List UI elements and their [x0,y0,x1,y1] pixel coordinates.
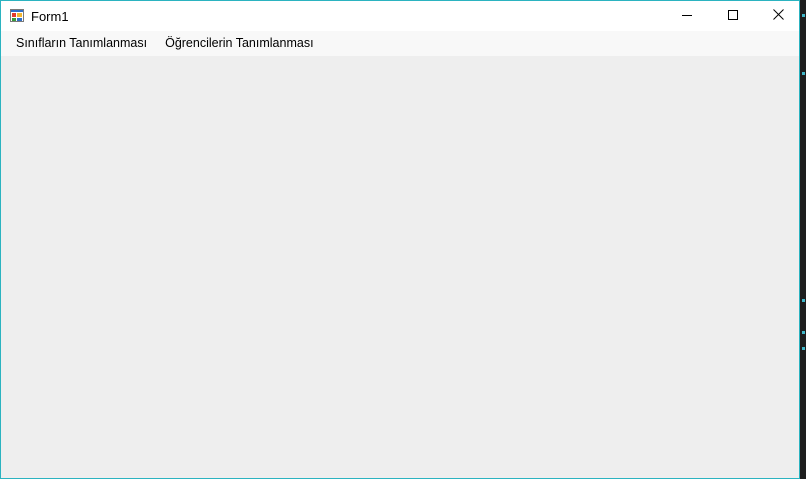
form-client-area [1,56,799,478]
menu-item-ogrencilerin-tanimlanmasi[interactable]: Öğrencilerin Tanımlanması [156,31,322,56]
background-text-fragment [802,72,805,75]
background-window-edge [800,0,806,479]
maximize-icon [728,7,738,25]
background-text-fragment [802,331,805,334]
background-text-fragment [802,347,805,350]
menu-bar: Sınıfların Tanımlanması Öğrencilerin Tan… [1,31,799,56]
minimize-icon [682,7,692,25]
close-icon [772,7,784,25]
window-title: Form1 [31,9,69,24]
background-text-fragment [802,14,805,17]
title-bar[interactable]: Form1 [1,1,799,31]
form1-window: Form1 Sınıfların Tanımlanması Öğrenciler… [0,0,800,479]
winforms-app-icon [10,9,24,22]
close-button[interactable] [755,1,799,31]
minimize-button[interactable] [664,1,710,31]
background-text-fragment [802,299,805,302]
maximize-button[interactable] [710,1,756,31]
menu-item-siniflarin-tanimlanmasi[interactable]: Sınıfların Tanımlanması [1,31,156,56]
